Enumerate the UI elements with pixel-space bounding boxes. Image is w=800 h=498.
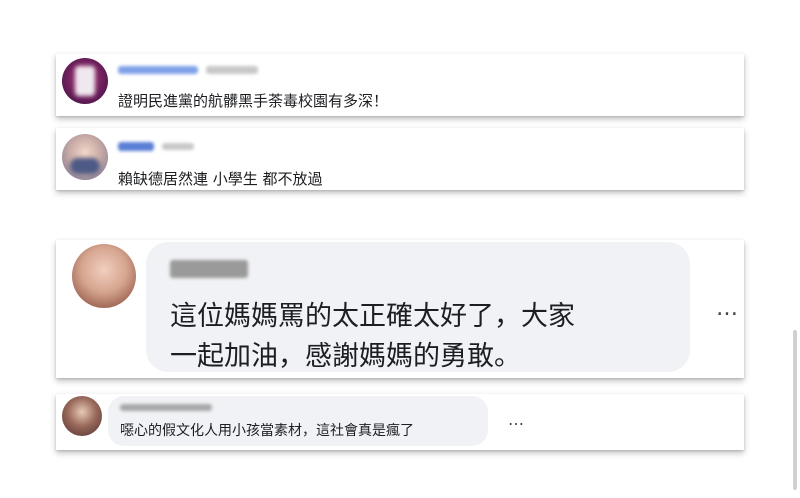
commenter-name[interactable]: [170, 260, 248, 278]
comment-text-line-1: 這位媽媽罵的太正確太好了，大家: [170, 301, 575, 332]
commenter-name[interactable]: [118, 66, 198, 74]
comment-text: 賴缺德居然連 小學生 都不放過: [118, 170, 323, 188]
comment-bubble: 噁心的假文化人用小孩當素材，這社會真是瘋了: [108, 396, 488, 446]
comment-timestamp[interactable]: [206, 66, 258, 74]
user-avatar-icon[interactable]: [62, 396, 102, 436]
more-options-icon[interactable]: …: [508, 410, 525, 429]
comment-text: 證明民進黨的航髒黑手荼毒校園有多深！: [118, 92, 389, 110]
comment-card-3: 這位媽媽罵的太正確太好了，大家 一起加油，感謝媽媽的勇敢。 …: [56, 240, 744, 378]
user-avatar-icon[interactable]: [62, 58, 108, 104]
comment-timestamp[interactable]: [162, 143, 194, 150]
user-avatar-icon[interactable]: [72, 244, 136, 308]
scrollbar[interactable]: [793, 330, 797, 490]
comment-card-4: 噁心的假文化人用小孩當素材，這社會真是瘋了 …: [56, 394, 744, 450]
commenter-name[interactable]: [120, 404, 212, 411]
user-avatar-icon[interactable]: [62, 134, 108, 180]
comment-text-line-2: 一起加油，感謝媽媽的勇敢。: [170, 341, 521, 372]
comment-card-1: 證明民進黨的航髒黑手荼毒校園有多深！: [56, 54, 744, 116]
comment-bubble: 這位媽媽罵的太正確太好了，大家 一起加油，感謝媽媽的勇敢。: [146, 242, 690, 372]
more-options-icon[interactable]: …: [716, 296, 739, 321]
comment-card-2: 賴缺德居然連 小學生 都不放過: [56, 128, 744, 190]
comment-text: 噁心的假文化人用小孩當素材，這社會真是瘋了: [120, 423, 414, 439]
commenter-name[interactable]: [118, 142, 154, 151]
